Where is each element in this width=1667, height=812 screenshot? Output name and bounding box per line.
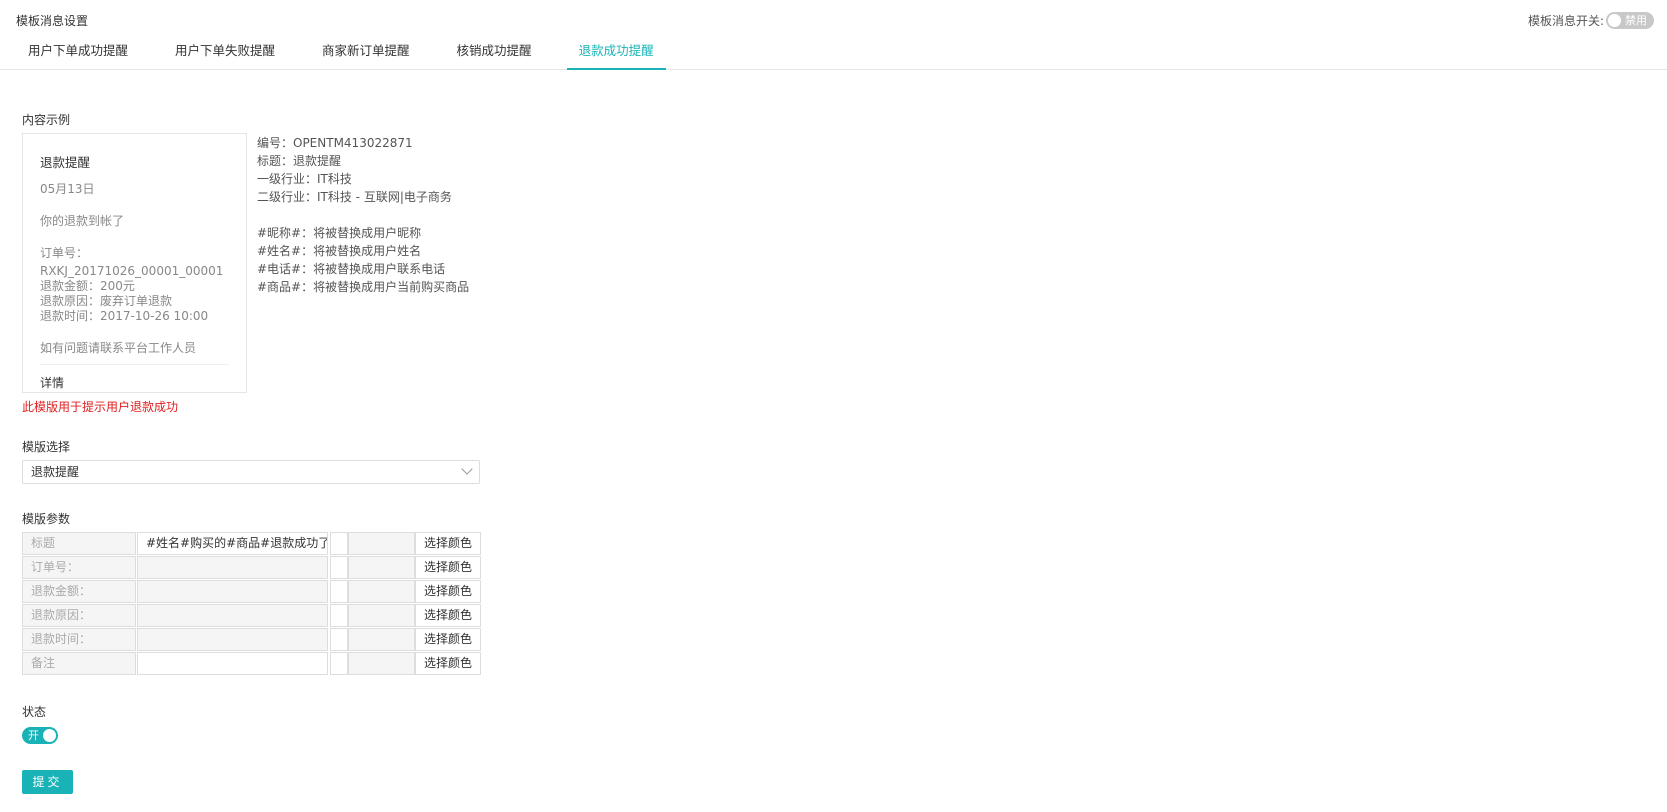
sample-info: 编号：OPENTM413022871 标题：退款提醒 一级行业：IT科技 二级行… [257, 134, 469, 296]
info-var-goods: #商品#：将被替换成用户当前购买商品 [257, 280, 470, 294]
sample-message-card: 退款提醒 05月13日 你的退款到帐了 订单号： RXKJ_20171026_0… [22, 133, 247, 393]
choose-color-button[interactable]: 选择颜色 [415, 652, 481, 675]
params-table: 标题 #姓名#购买的#商品#退款成功了 选择颜色 订单号： 选择颜色 退款金额：… [22, 532, 481, 676]
master-switch: 模板消息开关: 禁用 [1528, 12, 1654, 29]
param-row: 退款时间： 选择颜色 [22, 628, 481, 652]
master-switch-toggle[interactable]: 禁用 [1606, 12, 1654, 29]
color-value-field [348, 652, 415, 675]
template-select[interactable]: 退款提醒 [22, 460, 480, 484]
card-note: 如有问题请联系平台工作人员 [40, 341, 197, 355]
toggle-knob [1608, 14, 1621, 27]
param-row: 备注 选择颜色 [22, 652, 481, 676]
template-select-label: 模版选择 [22, 440, 71, 454]
choose-color-button[interactable]: 选择颜色 [415, 556, 481, 579]
color-value-field [348, 628, 415, 651]
params-label: 模版参数 [22, 512, 71, 526]
info-gap [257, 206, 469, 224]
card-amount: 退款金额：200元 [40, 279, 135, 293]
tab-order-failed[interactable]: 用户下单失败提醒 [163, 33, 287, 70]
param-value-input[interactable] [137, 580, 328, 603]
color-swatch [330, 604, 348, 627]
master-switch-label: 模板消息开关: [1527, 14, 1604, 28]
choose-color-button[interactable]: 选择颜色 [415, 580, 481, 603]
status-toggle[interactable]: 开 [22, 727, 58, 744]
color-swatch [330, 532, 348, 555]
submit-button[interactable]: 提交 [22, 770, 73, 794]
card-detail-link[interactable]: 详情 [40, 374, 229, 391]
param-row: 退款金额： 选择颜色 [22, 580, 481, 604]
toggle-knob [43, 729, 56, 742]
param-name: 订单号： [22, 556, 136, 579]
tab-bar: 用户下单成功提醒 用户下单失败提醒 商家新订单提醒 核销成功提醒 退款成功提醒 [16, 33, 689, 70]
choose-color-button[interactable]: 选择颜色 [415, 532, 481, 555]
tab-merchant-new-order[interactable]: 商家新订单提醒 [310, 33, 422, 70]
page-title: 模板消息设置 [16, 14, 89, 28]
param-name: 退款金额： [22, 580, 136, 603]
card-divider [40, 364, 229, 365]
param-name: 退款时间： [22, 628, 136, 651]
status-label: 状态 [22, 705, 47, 719]
color-swatch [330, 556, 348, 579]
param-name: 退款原因： [22, 604, 136, 627]
tab-verify-success[interactable]: 核销成功提醒 [445, 33, 544, 70]
param-value-input[interactable] [137, 604, 328, 627]
info-code: 编号：OPENTM413022871 [257, 136, 413, 150]
color-swatch [330, 652, 348, 675]
info-var-nickname: #昵称#：将被替换成用户昵称 [257, 226, 422, 240]
master-switch-state: 禁用 [1625, 14, 1647, 27]
param-name: 标题 [22, 532, 136, 555]
param-value-input[interactable] [137, 556, 328, 579]
template-select-value: 退款提醒 [31, 465, 80, 479]
tab-refund-success[interactable]: 退款成功提醒 [566, 33, 666, 70]
top-bar: 模板消息设置 模板消息开关: 禁用 用户下单成功提醒 用户下单失败提醒 商家新订… [0, 0, 1667, 70]
param-row: 标题 #姓名#购买的#商品#退款成功了 选择颜色 [22, 532, 481, 556]
info-var-name: #姓名#：将被替换成用户姓名 [257, 244, 422, 258]
color-swatch [330, 628, 348, 651]
card-order-no: RXKJ_20171026_00001_00001 [40, 264, 224, 278]
color-value-field [348, 580, 415, 603]
param-value-input[interactable] [137, 652, 328, 675]
choose-color-button[interactable]: 选择颜色 [415, 628, 481, 651]
param-value-input[interactable]: #姓名#购买的#商品#退款成功了 [137, 532, 328, 555]
tab-order-success[interactable]: 用户下单成功提醒 [16, 33, 140, 70]
info-industry-2: 二级行业：IT科技 - 互联网|电子商务 [257, 190, 452, 204]
param-row: 订单号： 选择颜色 [22, 556, 481, 580]
info-var-phone: #电话#：将被替换成用户联系电话 [257, 262, 446, 276]
info-industry-1: 一级行业：IT科技 [257, 172, 352, 186]
color-value-field [348, 532, 415, 555]
card-date: 05月13日 [40, 182, 95, 196]
choose-color-button[interactable]: 选择颜色 [415, 604, 481, 627]
chevron-down-icon [461, 463, 473, 475]
card-time: 退款时间：2017-10-26 10:00 [40, 309, 209, 323]
sample-section-label: 内容示例 [22, 113, 71, 127]
card-title: 退款提醒 [40, 155, 91, 170]
card-body: 你的退款到帐了 [40, 214, 125, 228]
card-order-label: 订单号： [40, 246, 89, 260]
color-value-field [348, 604, 415, 627]
info-title: 标题：退款提醒 [257, 154, 342, 168]
card-reason: 退款原因：废弃订单退款 [40, 294, 173, 308]
color-swatch [330, 580, 348, 603]
param-row: 退款原因： 选择颜色 [22, 604, 481, 628]
status-toggle-label: 开 [28, 729, 39, 742]
param-value-input[interactable] [137, 628, 328, 651]
param-name: 备注 [22, 652, 136, 675]
color-value-field [348, 556, 415, 579]
template-hint: 此模版用于提示用户退款成功 [22, 400, 179, 414]
